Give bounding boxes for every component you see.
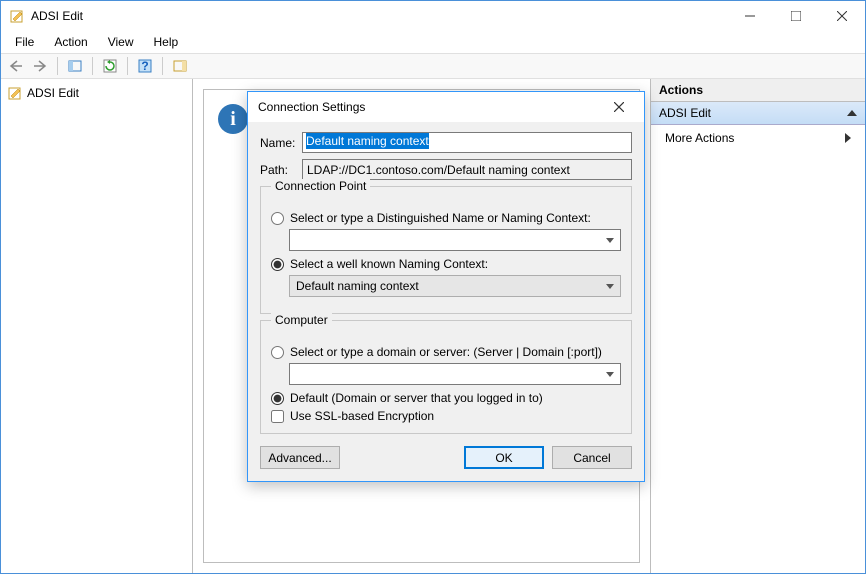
server-combo[interactable] [289,363,621,385]
tree-item-label: ADSI Edit [27,86,79,100]
dialog-title: Connection Settings [258,100,365,114]
path-label: Path: [260,163,302,177]
connection-settings-dialog: Connection Settings Name: Default naming… [247,91,645,482]
window-title: ADSI Edit [31,9,83,23]
toolbar: ? [1,53,865,79]
menu-file[interactable]: File [7,33,42,51]
toolbar-separator [162,57,163,75]
name-label: Name: [260,136,302,150]
collapse-icon [847,110,857,116]
info-icon: i [218,104,248,134]
toolbar-separator [127,57,128,75]
action-item-label: More Actions [665,131,734,145]
toolbar-separator [57,57,58,75]
chevron-down-icon [606,238,614,243]
help-button[interactable]: ? [134,55,156,77]
tree-pane: ADSI Edit [1,79,193,573]
close-button[interactable] [819,1,865,31]
well-known-combo-value: Default naming context [296,279,419,293]
submenu-icon [845,133,851,143]
well-known-combo[interactable]: Default naming context [289,275,621,297]
default-computer-radio[interactable] [271,392,284,405]
connection-point-legend: Connection Point [271,179,370,193]
advanced-button[interactable]: Advanced... [260,446,340,469]
ssl-checkbox-label: Use SSL-based Encryption [290,409,434,423]
cancel-button[interactable]: Cancel [552,446,632,469]
actions-header: Actions [651,79,865,102]
menu-action[interactable]: Action [46,33,95,51]
server-radio[interactable] [271,346,284,359]
actions-pane: Actions ADSI Edit More Actions [651,79,865,573]
minimize-button[interactable] [727,1,773,31]
show-hide-tree-button[interactable] [64,55,86,77]
menu-help[interactable]: Help [146,33,187,51]
action-pane-button[interactable] [169,55,191,77]
title-bar: ADSI Edit [1,1,865,31]
refresh-button[interactable] [99,55,121,77]
server-radio-label: Select or type a domain or server: (Serv… [290,345,602,359]
dialog-close-button[interactable] [604,92,634,122]
maximize-button[interactable] [773,1,819,31]
tree-item-root[interactable]: ADSI Edit [5,83,188,103]
default-computer-radio-label: Default (Domain or server that you logge… [290,391,543,405]
name-input-value: Default naming context [306,133,429,149]
well-known-radio-label: Select a well known Naming Context: [290,257,488,271]
svg-text:?: ? [141,59,148,73]
path-input [302,159,632,180]
dn-combo[interactable] [289,229,621,251]
computer-legend: Computer [271,313,332,327]
dn-radio-label: Select or type a Distinguished Name or N… [290,211,591,225]
ssl-checkbox[interactable] [271,410,284,423]
action-more-actions[interactable]: More Actions [651,125,865,151]
adsi-edit-root-icon [7,85,23,101]
forward-button[interactable] [29,55,51,77]
actions-group-label: ADSI Edit [659,106,711,120]
name-input[interactable]: Default naming context [302,132,632,153]
chevron-down-icon [606,372,614,377]
chevron-down-icon [606,284,614,289]
ok-button[interactable]: OK [464,446,544,469]
toolbar-separator [92,57,93,75]
well-known-radio[interactable] [271,258,284,271]
actions-group-adsi-edit[interactable]: ADSI Edit [651,102,865,125]
back-button[interactable] [5,55,27,77]
app-icon [9,8,25,24]
dn-radio[interactable] [271,212,284,225]
menu-bar: File Action View Help [1,31,865,53]
computer-fieldset: Computer Select or type a domain or serv… [260,320,632,434]
connection-point-fieldset: Connection Point Select or type a Distin… [260,186,632,314]
menu-view[interactable]: View [100,33,142,51]
